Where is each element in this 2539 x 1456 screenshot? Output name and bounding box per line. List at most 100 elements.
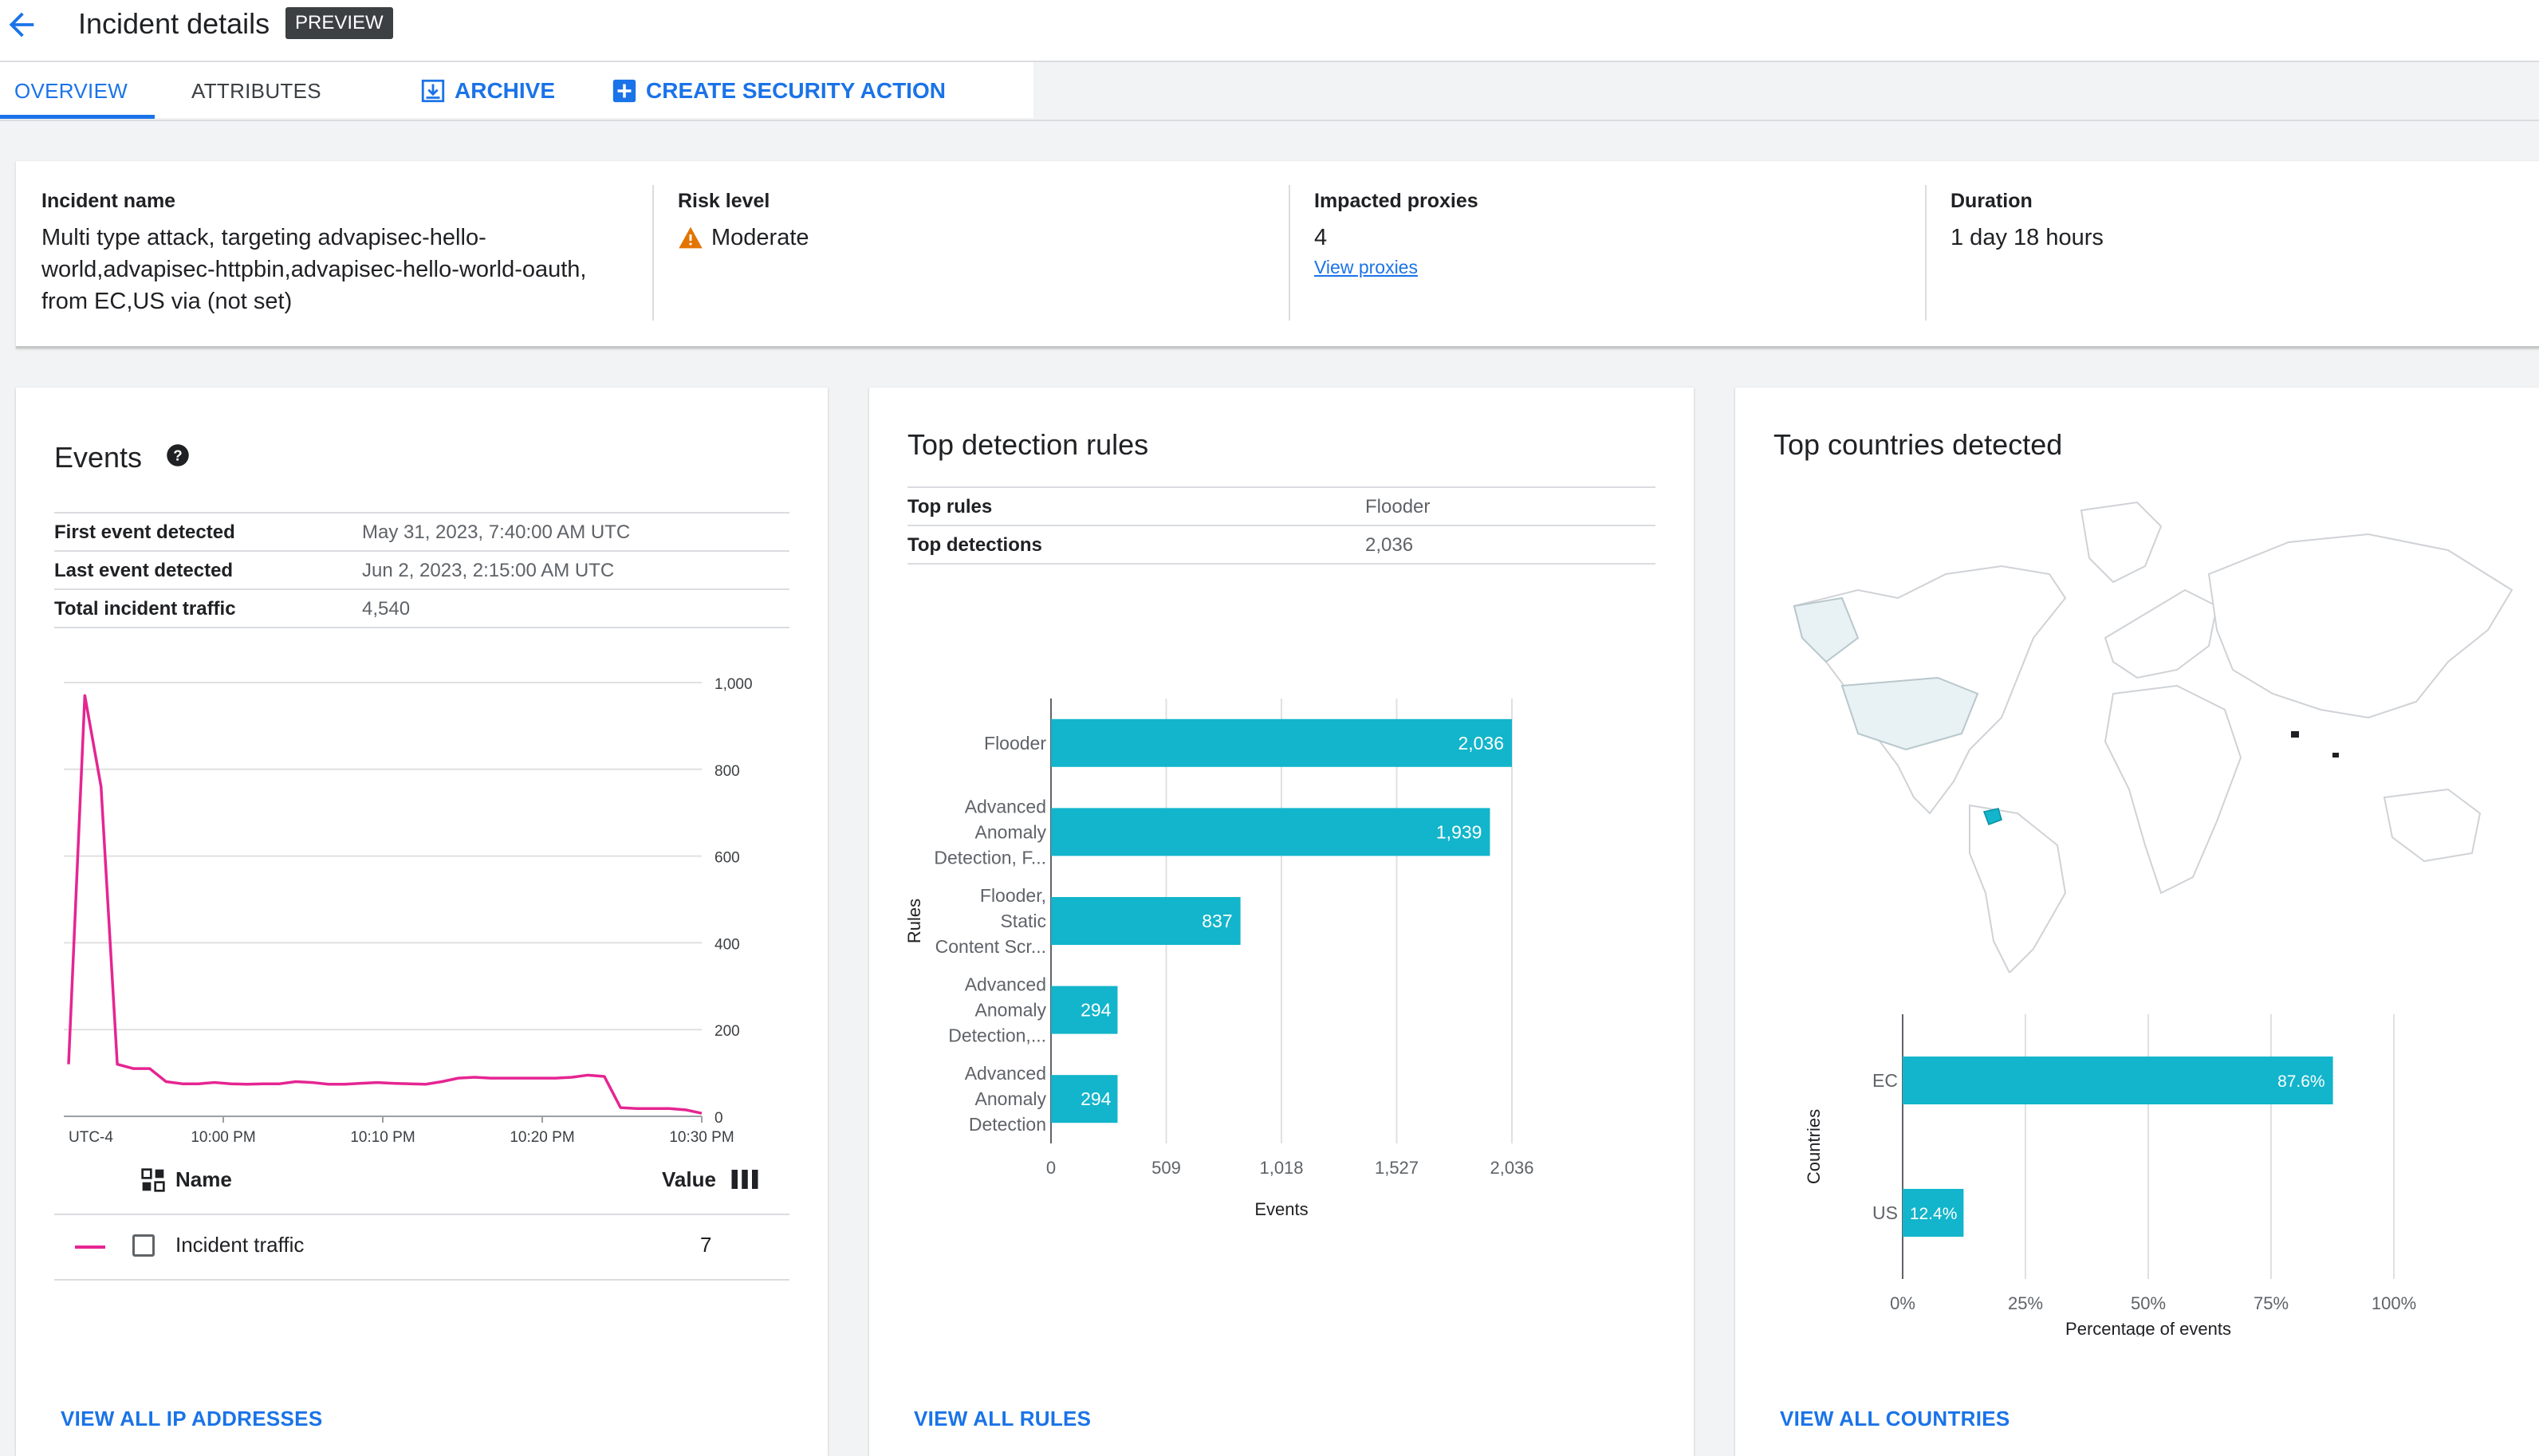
legend-name-header: Name xyxy=(175,1167,232,1191)
archive-button[interactable]: ARCHIVE xyxy=(419,62,555,120)
create-security-action-button[interactable]: CREATE SECURITY ACTION xyxy=(611,62,946,120)
incident-name-line: world,advapisec-httpbin,advapisec-hello-… xyxy=(41,257,587,282)
y-tick-label: 200 xyxy=(714,1023,740,1040)
divider xyxy=(54,550,789,552)
category-label: Anomaly xyxy=(975,1000,1047,1021)
divider xyxy=(54,1214,789,1215)
x-tick-label: 100% xyxy=(2372,1293,2416,1313)
tab-overview[interactable]: OVERVIEW xyxy=(14,62,128,120)
top-detections-value: 2,036 xyxy=(1365,534,1414,556)
duration-value: 1 day 18 hours xyxy=(1951,225,2104,250)
category-label: EC xyxy=(1872,1070,1898,1091)
risk-level-text: Moderate xyxy=(711,225,809,250)
summary-divider xyxy=(1289,185,1290,321)
summary-divider xyxy=(652,185,654,321)
category-label: Content Scr... xyxy=(935,936,1046,957)
bar-value-label: 837 xyxy=(1202,911,1232,931)
y-axis-title: Countries xyxy=(1804,1109,1824,1184)
last-event-label: Last event detected xyxy=(54,560,234,581)
x-tick-label: 50% xyxy=(2131,1293,2166,1313)
divider xyxy=(54,588,789,590)
divider xyxy=(54,512,789,514)
view-all-countries-link[interactable]: VIEW ALL COUNTRIES xyxy=(1780,1407,2010,1431)
risk-level-value: Moderate xyxy=(678,222,1268,254)
rules-title: Top detection rules xyxy=(907,428,1149,461)
x-tick-label: UTC-4 xyxy=(69,1129,113,1146)
x-tick-label: 1,527 xyxy=(1375,1158,1419,1178)
impacted-proxies-value: 4 xyxy=(1314,225,1328,250)
create-security-action-label: CREATE SECURITY ACTION xyxy=(646,78,946,103)
australia-region xyxy=(2383,788,2482,863)
europe-region xyxy=(2104,588,2218,679)
warning-icon xyxy=(679,226,703,249)
divider xyxy=(907,563,1655,565)
x-axis-title: Percentage of events xyxy=(2065,1319,2231,1336)
legend-value-header: Value xyxy=(662,1167,716,1191)
category-label: Detection,... xyxy=(948,1025,1046,1046)
divider xyxy=(907,486,1655,488)
bar xyxy=(1051,808,1490,856)
bar-value-label: 294 xyxy=(1081,1000,1112,1021)
total-traffic-label: Total incident traffic xyxy=(54,598,236,620)
y-tick-label: 0 xyxy=(714,1110,723,1127)
series-name: Incident traffic xyxy=(175,1233,305,1257)
archive-label: ARCHIVE xyxy=(455,78,556,103)
risk-level-label: Risk level xyxy=(678,190,770,212)
preview-badge: PREVIEW xyxy=(285,7,393,39)
columns-icon[interactable] xyxy=(730,1167,759,1191)
bar-value-label: 87.6% xyxy=(2277,1072,2325,1091)
impacted-proxies-section: Impacted proxies 4 View proxies xyxy=(1314,188,1904,278)
first-event-value: May 31, 2023, 7:40:00 AM UTC xyxy=(362,521,631,543)
x-tick-label: 509 xyxy=(1151,1158,1181,1178)
duration-section: Duration 1 day 18 hours xyxy=(1951,188,2539,254)
bar xyxy=(1903,1057,2333,1104)
x-tick-label: 0% xyxy=(1890,1293,1915,1313)
top-detections-label: Top detections xyxy=(907,534,1042,556)
total-traffic-value: 4,540 xyxy=(362,598,411,620)
x-tick-label: 25% xyxy=(2008,1293,2043,1313)
category-label: Flooder xyxy=(984,733,1046,754)
series-checkbox[interactable] xyxy=(132,1234,155,1257)
x-tick-label: 2,036 xyxy=(1490,1158,1533,1178)
tab-attributes[interactable]: ATTRIBUTES xyxy=(191,62,321,120)
category-label: Detection, F... xyxy=(934,847,1046,868)
y-tick-label: 600 xyxy=(714,850,740,867)
archive-icon xyxy=(421,79,445,103)
incident-name-line: Multi type attack, targeting advapisec-h… xyxy=(41,225,486,250)
x-tick-label: 10:00 PM xyxy=(191,1129,255,1146)
bar-value-label: 2,036 xyxy=(1458,733,1504,754)
y-tick-label: 400 xyxy=(714,936,740,953)
incident-name-line: from EC,US via (not set) xyxy=(41,289,293,314)
last-event-value: Jun 2, 2023, 2:15:00 AM UTC xyxy=(362,560,615,581)
category-label: Anomaly xyxy=(975,821,1047,842)
x-tick-label: 1,018 xyxy=(1259,1158,1303,1178)
y-axis-title: Rules xyxy=(904,899,924,943)
svg-text:?: ? xyxy=(173,447,182,463)
y-tick-label: 1,000 xyxy=(714,676,753,693)
category-label: Advanced xyxy=(965,796,1046,817)
back-arrow-icon[interactable] xyxy=(3,6,40,43)
y-tick-label: 800 xyxy=(714,763,740,780)
map-marker xyxy=(2332,753,2339,758)
column-picker-icon[interactable] xyxy=(140,1167,166,1193)
summary-divider xyxy=(1925,185,1927,321)
x-tick-label: 10:30 PM xyxy=(669,1129,734,1146)
view-all-ip-addresses-link[interactable]: VIEW ALL IP ADDRESSES xyxy=(61,1407,322,1431)
category-label: Advanced xyxy=(965,974,1046,995)
bar xyxy=(1051,718,1512,767)
help-icon[interactable]: ? xyxy=(166,443,190,467)
x-tick-label: 10:10 PM xyxy=(350,1129,415,1146)
view-all-rules-link[interactable]: VIEW ALL RULES xyxy=(914,1407,1091,1431)
first-event-label: First event detected xyxy=(54,521,235,543)
category-label: Static xyxy=(1000,911,1046,931)
view-proxies-link[interactable]: View proxies xyxy=(1314,257,1904,278)
top-rules-bar-chart: 0 509 1,018 1,527 2,036 2,036 Flooder 1,939 Adva… xyxy=(904,698,1534,1219)
category-label: Anomaly xyxy=(975,1088,1047,1109)
duration-label: Duration xyxy=(1951,190,2033,212)
top-rules-label: Top rules xyxy=(907,496,993,517)
risk-level-section: Risk level Moderate xyxy=(678,188,1268,254)
world-map[interactable] xyxy=(1762,478,2528,973)
x-tick-label: 0 xyxy=(1046,1158,1056,1178)
countries-title: Top countries detected xyxy=(1773,428,2063,461)
page-title: Incident details xyxy=(78,7,270,40)
